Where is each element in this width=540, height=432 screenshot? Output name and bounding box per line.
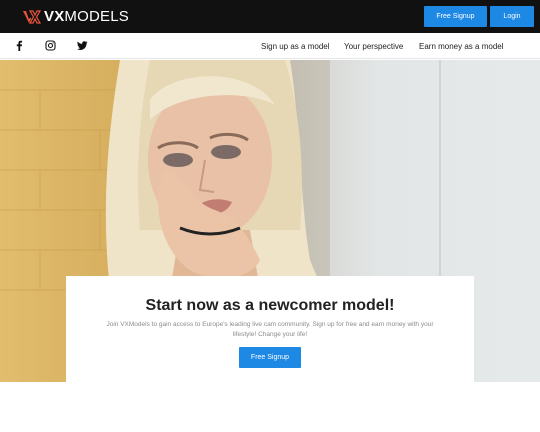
nav-sign-up-as-model[interactable]: Sign up as a model <box>261 42 330 51</box>
twitter-icon[interactable] <box>77 40 88 51</box>
top-bar: VXMODELS Free Signup Login <box>0 0 540 33</box>
header-free-signup-button[interactable]: Free Signup <box>424 6 487 27</box>
instagram-icon[interactable] <box>45 40 56 51</box>
vx-logo-mark-icon <box>23 9 41 24</box>
card-free-signup-button[interactable]: Free Signup <box>239 347 301 368</box>
card-title: Start now as a newcomer model! <box>145 297 395 314</box>
nav-bar: Sign up as a model Your perspective Earn… <box>0 33 540 59</box>
vxmodels-logo[interactable]: VXMODELS <box>22 8 129 25</box>
facebook-icon[interactable] <box>14 40 25 51</box>
logo-text-light: MODELS <box>64 8 129 25</box>
header-login-button[interactable]: Login <box>490 6 534 27</box>
signup-card: Start now as a newcomer model! Join VXMo… <box>66 276 474 382</box>
nav-your-perspective[interactable]: Your perspective <box>344 42 403 51</box>
nav-earn-money-as-model[interactable]: Earn money as a model <box>419 42 504 51</box>
card-description: Join VXModels to gain access to Europe's… <box>106 321 434 338</box>
logo-text-bold: VX <box>44 8 65 25</box>
